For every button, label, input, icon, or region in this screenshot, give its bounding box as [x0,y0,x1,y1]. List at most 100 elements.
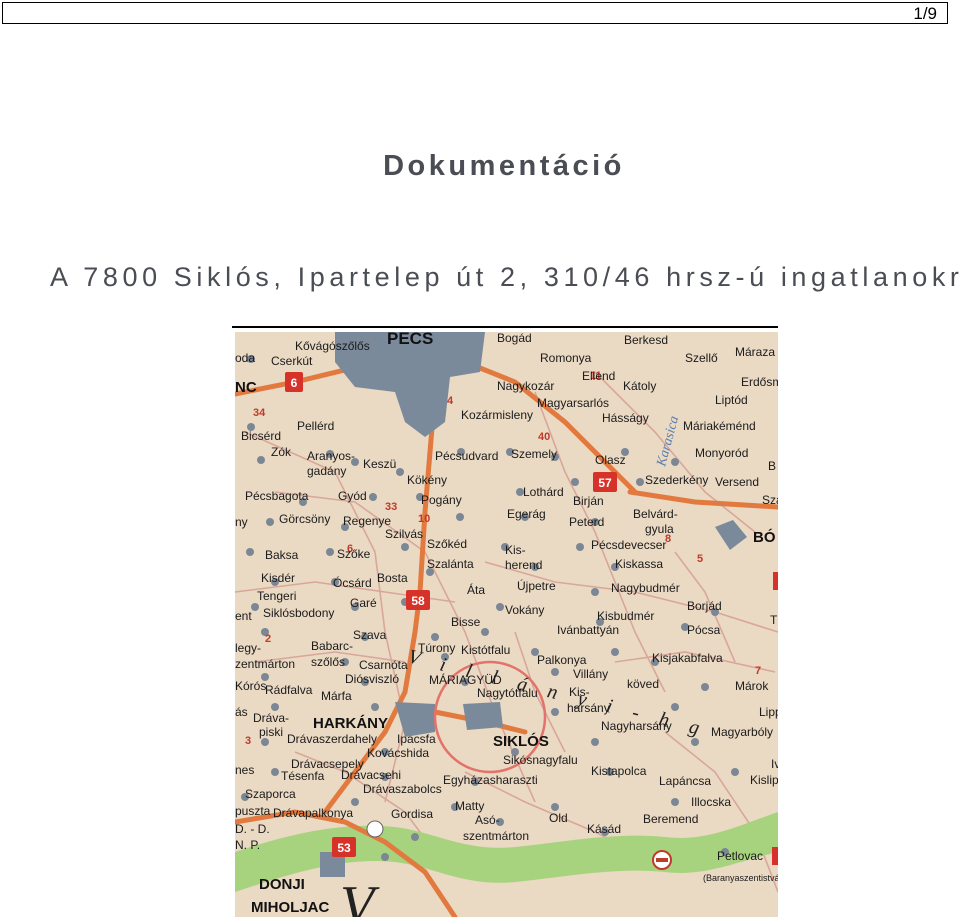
route-6-label: 6 [291,376,298,390]
place-ellend: Ellend [582,369,615,383]
place-tengeri: Tengeri [257,589,296,603]
place-ent: ent [235,609,252,623]
location-map: 6 57 58 53 34 33 40 11 10 4 2 5 8 3 6 7 … [235,332,778,917]
place-dravaszabolcs: Drávaszabolcs [363,782,442,796]
place-gordisa: Gordisa [391,807,433,821]
place-gorcsony: Görcsöny [279,512,330,526]
place-t: T [770,613,778,627]
road-number: 33 [385,501,397,513]
place-aranyosgadany-2: gadány [307,464,346,478]
place-siklosbodony: Siklósbodony [263,606,334,620]
place-old: Old [549,811,568,825]
place-babarcszolos-1: Babarc- [311,639,353,653]
place-puszta: puszta [235,804,271,818]
border-mark [772,847,778,865]
place-dravapiski-1: Dráva- [253,711,289,725]
place-pecsudvard: Pécsudvard [435,449,498,463]
place-koros: Kórós [235,679,266,693]
place-egyhazasharaszti: Egyházasharaszti [443,773,538,787]
road-number: 3 [245,735,251,747]
place-szello: Szellő [685,351,718,365]
place-d-d: D. - D. [235,822,270,836]
place-palkonya: Palkonya [537,653,587,667]
place-birjan: Birján [573,494,604,508]
place-szaporca: Szaporca [245,787,296,801]
place-baksa: Baksa [265,548,299,562]
place-berkesd: Berkesd [624,333,668,347]
place-illocska: Illocska [691,795,731,809]
place-borjad: Borjád [687,599,722,613]
place-dravacsehi: Drávacsehi [341,768,401,782]
place-egerag: Egerág [507,507,546,521]
place-pogany: Pogány [421,493,462,507]
place-kasad: Kásád [587,822,621,836]
place-donji: DONJI [259,876,305,893]
place-szava: Szava [353,628,387,642]
border-mark [773,572,778,590]
place-iv: Iv [771,757,778,771]
place-kisherend-2: herend [505,558,542,572]
place-pecs: PÉCS [387,332,433,348]
document-subtitle: A 7800 Siklós, Ipartelep út 2, 310/46 hr… [50,262,960,292]
place-zok: Zók [271,445,292,459]
place-pecsbagota: Pécsbagota [245,489,309,503]
road-number: 7 [755,665,761,677]
place-versend: Versend [715,475,759,489]
place-ipacsfa: Ipacsfa [397,732,436,746]
place-n-p: N. P. [235,838,260,852]
place-keszu: Keszü [363,457,396,471]
place-villany: Villány [573,667,608,681]
place-marok: Márok [735,679,769,693]
place-asoszentmarton-2: szentmárton [463,829,529,843]
place-ujpetre: Újpetre [517,578,556,593]
place-oda: oda [235,351,255,365]
place-tesenfa: Tésenfa [281,769,325,783]
place-szajk: Sza [762,493,778,507]
place-ocsard: Ócsárd [333,575,372,590]
place-pocsa: Pócsa [687,623,721,637]
place-kisder: Kisdér [261,571,295,585]
map-graphic: 6 57 58 53 34 33 40 11 10 4 2 5 8 3 6 7 … [235,332,778,917]
place-kiskassa: Kiskassa [615,557,663,571]
place-kokeny: Kökény [407,473,447,487]
place-matty: Matty [455,799,484,813]
document-title: Dokumentáció [383,150,625,182]
road-number: 2 [265,633,271,645]
region-glyph-v: V [340,875,380,917]
route-53-label: 53 [337,841,351,855]
place-katoly: Kátoly [623,379,656,393]
place-dravapiski-2: piski [259,725,283,739]
place-bicserd: Bicsérd [241,429,281,443]
place-szemely: Szemely [511,447,557,461]
place-kisjakabfalva: Kisjakabfalva [652,651,723,665]
place-szederkeny: Szederkény [645,473,708,487]
place-marfa: Márfa [321,689,352,703]
page-number: 1/9 [913,4,937,23]
place-dravapalkonya: Drávapalkonya [273,806,353,820]
place-miholjac: MIHOLJAC [251,899,330,916]
place-kistotfalu: Kistótfalu [461,643,510,657]
place-villanykovesd: köved [627,677,659,691]
road-number: 10 [418,513,430,525]
place-szoke: Szőke [337,547,371,561]
place-maraza: Máraza [735,345,775,359]
place-gyod: Gyód [338,489,367,503]
place-petlovac: Petlovac [717,849,763,863]
place-bosta: Bosta [377,571,408,585]
place-csarnota: Csarnóta [359,658,408,672]
place-nagykozar: Nagykozár [497,379,554,393]
place-kozarmisleny: Kozármisleny [461,408,533,422]
place-monyorod: Monyoród [695,446,748,460]
place-regenye: Regenye [343,514,391,528]
place-belvardgyula-2: gyula [645,522,674,536]
place-beremend: Beremend [643,812,698,826]
place-kislippo: Kislip [750,773,778,787]
road-number: 40 [538,431,550,443]
place-siklos: SIKLÓS [493,732,549,750]
place-kistapolca: Kistapolca [591,764,647,778]
place-magyarsarlos: Magyarsarlós [537,396,609,410]
place-magyarboly: Magyarbóly [711,725,773,739]
place-olasz: Olasz [595,453,626,467]
place-dravaszerdahely: Drávaszerdahely [287,732,377,746]
place-babarcszolos-2: szőlős [311,655,345,669]
